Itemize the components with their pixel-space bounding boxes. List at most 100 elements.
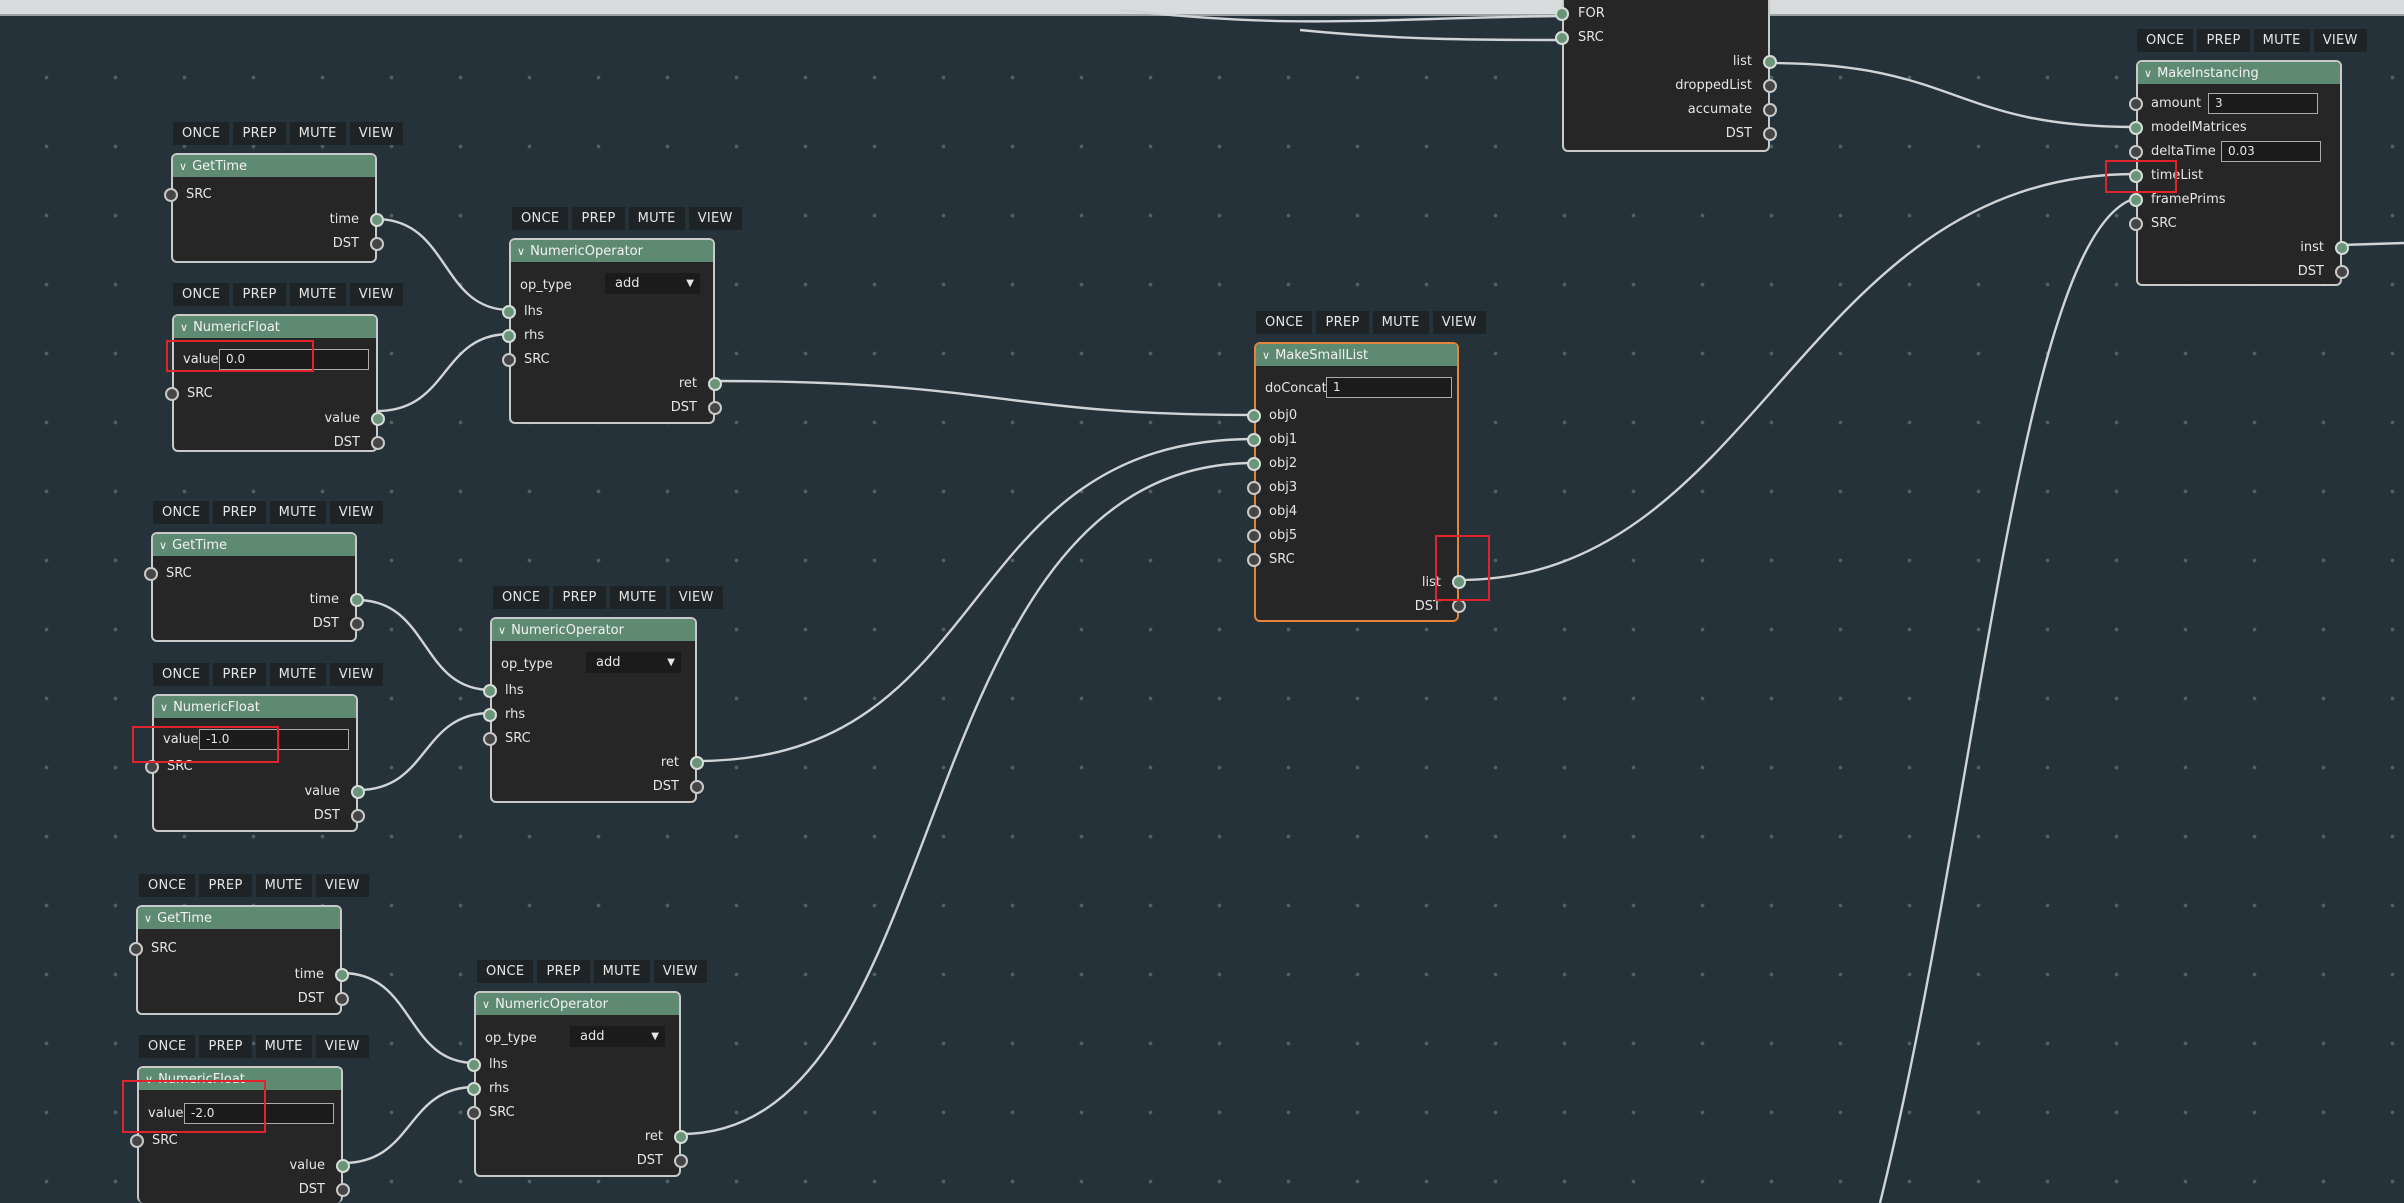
- view-button[interactable]: VIEW: [653, 960, 707, 983]
- view-button[interactable]: VIEW: [329, 501, 383, 524]
- obj1-in-port[interactable]: [1247, 433, 1261, 447]
- src-in-port[interactable]: [129, 942, 143, 956]
- mute-button[interactable]: MUTE: [255, 874, 312, 897]
- node-header[interactable]: ∨ NumericOperator: [511, 240, 713, 262]
- once-button[interactable]: ONCE: [2137, 29, 2194, 52]
- rhs-in-port[interactable]: [483, 708, 497, 722]
- prep-button[interactable]: PREP: [199, 874, 252, 897]
- chevron-down-icon[interactable]: ∨: [160, 701, 168, 714]
- obj4-in-port[interactable]: [1247, 505, 1261, 519]
- src-in-port[interactable]: [1247, 553, 1261, 567]
- chevron-down-icon[interactable]: ∨: [180, 321, 188, 334]
- view-button[interactable]: VIEW: [669, 586, 723, 609]
- once-button[interactable]: ONCE: [139, 1035, 196, 1058]
- prep-button[interactable]: PREP: [1316, 311, 1369, 334]
- dst-out-port[interactable]: [674, 1154, 688, 1168]
- modelmatrices-in-port[interactable]: [2129, 121, 2143, 135]
- lhs-in-port[interactable]: [502, 305, 516, 319]
- mute-button[interactable]: MUTE: [269, 663, 326, 686]
- once-button[interactable]: ONCE: [1256, 311, 1313, 334]
- obj5-in-port[interactable]: [1247, 529, 1261, 543]
- obj2-in-port[interactable]: [1247, 457, 1261, 471]
- dropdown-arrow-icon[interactable]: ▼: [667, 652, 675, 673]
- view-button[interactable]: VIEW: [329, 663, 383, 686]
- prep-button[interactable]: PREP: [572, 207, 625, 230]
- gettime-node-1[interactable]: ∨ GetTime SRC time DST: [164, 153, 384, 263]
- droppedlist-out-port[interactable]: [1763, 79, 1777, 93]
- src-in-port[interactable]: [502, 353, 516, 367]
- dst-out-port[interactable]: [351, 809, 365, 823]
- value-out-port[interactable]: [336, 1159, 350, 1173]
- dst-out-port[interactable]: [1763, 127, 1777, 141]
- view-button[interactable]: VIEW: [315, 1035, 369, 1058]
- node-header[interactable]: ∨ NumericOperator: [492, 619, 695, 641]
- for-in-port[interactable]: [1555, 7, 1569, 21]
- src-in-port[interactable]: [2129, 217, 2143, 231]
- value-input[interactable]: -2.0: [184, 1103, 334, 1124]
- ret-out-port[interactable]: [674, 1130, 688, 1144]
- once-button[interactable]: ONCE: [512, 207, 569, 230]
- view-button[interactable]: VIEW: [349, 283, 403, 306]
- dst-out-port[interactable]: [370, 237, 384, 251]
- mute-button[interactable]: MUTE: [289, 122, 346, 145]
- numericoperator-node-3[interactable]: ∨ NumericOperator op_type add ▼ lhs rhs SR…: [467, 991, 688, 1177]
- ret-out-port[interactable]: [708, 377, 722, 391]
- list-out-port[interactable]: [1763, 55, 1777, 69]
- mute-button[interactable]: MUTE: [255, 1035, 312, 1058]
- mute-button[interactable]: MUTE: [1372, 311, 1429, 334]
- dst-out-port[interactable]: [371, 436, 385, 450]
- dst-out-port[interactable]: [336, 1183, 350, 1197]
- value-out-port[interactable]: [351, 785, 365, 799]
- time-out-port[interactable]: [370, 213, 384, 227]
- chevron-down-icon[interactable]: ∨: [517, 245, 525, 258]
- frameprims-in-port[interactable]: [2129, 193, 2143, 207]
- src-in-port[interactable]: [130, 1134, 144, 1148]
- chevron-down-icon[interactable]: ∨: [2144, 67, 2152, 80]
- amount-in-port[interactable]: [2129, 97, 2143, 111]
- deltatime-input[interactable]: 0.03: [2221, 141, 2321, 162]
- chevron-down-icon[interactable]: ∨: [498, 624, 506, 637]
- timelist-in-port[interactable]: [2129, 169, 2143, 183]
- src-in-port[interactable]: [467, 1106, 481, 1120]
- chevron-down-icon[interactable]: ∨: [482, 998, 490, 1011]
- dst-out-port[interactable]: [708, 401, 722, 415]
- node-header[interactable]: ∨ GetTime: [153, 534, 355, 556]
- lhs-in-port[interactable]: [483, 684, 497, 698]
- src-in-port[interactable]: [164, 188, 178, 202]
- for-node[interactable]: FOR SRC list droppedList accumate DST: [1555, 0, 1777, 152]
- mute-button[interactable]: MUTE: [2253, 29, 2310, 52]
- once-button[interactable]: ONCE: [173, 283, 230, 306]
- time-out-port[interactable]: [350, 593, 364, 607]
- value-input[interactable]: -1.0: [199, 729, 349, 750]
- rhs-in-port[interactable]: [467, 1082, 481, 1096]
- numericfloat-node-3[interactable]: ∨ NumericFloat value -2.0 SRC value DST: [130, 1066, 350, 1203]
- prep-button[interactable]: PREP: [537, 960, 590, 983]
- lhs-in-port[interactable]: [467, 1058, 481, 1072]
- numericfloat-node-2[interactable]: ∨ NumericFloat value -1.0 SRC value DST: [145, 694, 365, 832]
- src-in-port[interactable]: [144, 567, 158, 581]
- chevron-down-icon[interactable]: ∨: [145, 1073, 153, 1086]
- rhs-in-port[interactable]: [502, 329, 516, 343]
- view-button[interactable]: VIEW: [688, 207, 742, 230]
- prep-button[interactable]: PREP: [213, 663, 266, 686]
- prep-button[interactable]: PREP: [233, 122, 286, 145]
- makeinstancing-node[interactable]: ∨ MakeInstancing amount 3 modelMatrices d…: [2129, 60, 2349, 286]
- obj3-in-port[interactable]: [1247, 481, 1261, 495]
- node-header[interactable]: ∨ NumericFloat: [139, 1068, 341, 1090]
- list-out-port[interactable]: [1452, 575, 1466, 589]
- prep-button[interactable]: PREP: [553, 586, 606, 609]
- op-type-select[interactable]: add ▼: [586, 652, 681, 673]
- numericoperator-node-1[interactable]: ∨ NumericOperator op_type add ▼ lhs rhs SR…: [502, 238, 722, 424]
- dst-out-port[interactable]: [1452, 599, 1466, 613]
- dropdown-arrow-icon[interactable]: ▼: [651, 1026, 659, 1047]
- gettime-node-2[interactable]: ∨ GetTime SRC time DST: [144, 532, 364, 642]
- accumate-out-port[interactable]: [1763, 103, 1777, 117]
- prep-button[interactable]: PREP: [233, 283, 286, 306]
- node-header[interactable]: ∨ GetTime: [173, 155, 375, 177]
- view-button[interactable]: VIEW: [2313, 29, 2367, 52]
- gettime-node-3[interactable]: ∨ GetTime SRC time DST: [129, 905, 349, 1015]
- time-out-port[interactable]: [335, 968, 349, 982]
- node-header[interactable]: ∨ GetTime: [138, 907, 340, 929]
- chevron-down-icon[interactable]: ∨: [159, 539, 167, 552]
- src-in-port[interactable]: [483, 732, 497, 746]
